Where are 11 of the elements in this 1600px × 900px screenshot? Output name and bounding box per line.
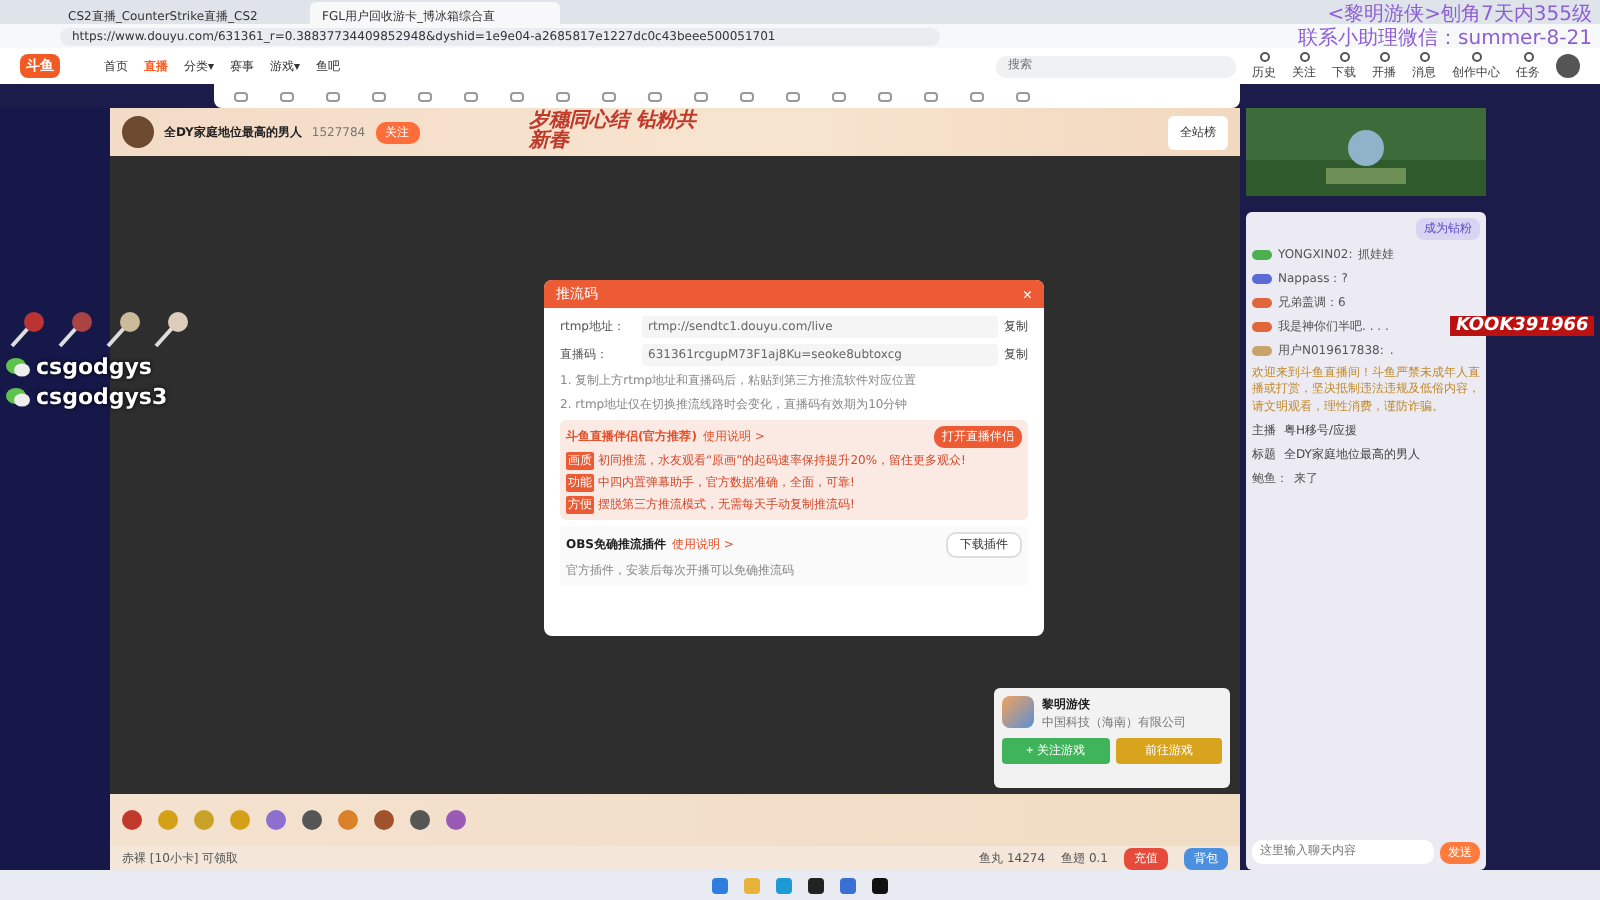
wechat-icon bbox=[6, 356, 30, 378]
wechat-id: csgodgys3 bbox=[36, 384, 168, 410]
user-avatar[interactable] bbox=[1556, 54, 1580, 78]
overlay-text: 联系小助理微信：summer-8-21 bbox=[1298, 28, 1592, 50]
overlay-text: <黎明游侠>刨角7天内355级 bbox=[1327, 4, 1592, 26]
streamer-avatar bbox=[122, 116, 154, 148]
game-icon bbox=[1002, 696, 1034, 728]
banner-slogan: 岁穗同心结 钻粉共新春 bbox=[529, 112, 700, 152]
stream-logo: KOOK391966 bbox=[1450, 316, 1595, 336]
wechat-icon bbox=[6, 386, 30, 408]
wechat-id: csgodgys bbox=[36, 354, 152, 380]
